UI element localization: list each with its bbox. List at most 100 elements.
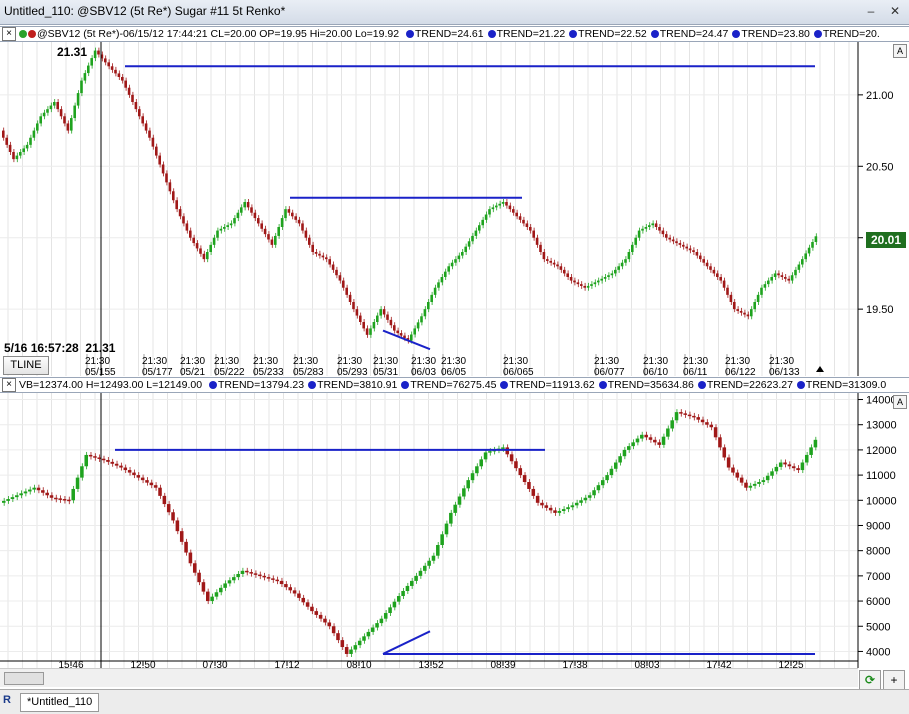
y-tick-label: 14000 <box>866 395 897 407</box>
date-label-date: 06/10 <box>643 367 668 376</box>
renko-brick <box>509 454 514 462</box>
x-tick-label: 08:39 <box>490 660 515 668</box>
renko-brick <box>308 237 311 245</box>
date-label-date: 06/05 <box>441 367 466 376</box>
renko-brick <box>132 472 136 476</box>
renko-brick <box>145 480 149 483</box>
high-label: 21.31 <box>57 45 88 59</box>
refresh-button[interactable]: ⟳ <box>859 670 881 690</box>
minimize-button[interactable]: – <box>862 3 880 19</box>
date-label-date: 06/077 <box>594 367 625 376</box>
renko-brick <box>467 241 471 247</box>
trend-dot-icon <box>650 30 659 39</box>
trend-value: TREND=22623.27 <box>706 379 793 391</box>
trend-dot-icon <box>732 30 741 39</box>
app-logo-icon: R <box>3 694 11 706</box>
trend-value: TREND=22.52 <box>578 28 647 40</box>
trend-value: TREND=31309.0 <box>805 379 887 391</box>
status-dot-icon <box>19 30 27 39</box>
renko-brick <box>342 280 345 288</box>
last-price-badge: 20.01 <box>866 232 906 248</box>
trend-value: TREND=11913.62 <box>509 379 595 391</box>
renko-brick <box>495 205 498 208</box>
date-label-time: 21:30 <box>594 356 619 367</box>
renko-brick <box>209 244 212 252</box>
date-label-time: 21:30 <box>337 356 362 367</box>
renko-brick <box>66 123 70 131</box>
trend-value: TREND=35634.86 <box>607 379 694 391</box>
renko-brick <box>206 591 210 602</box>
volume-chart[interactable]: 14000 13000 12000 11000 10000 9000 8000 7000 600… <box>0 393 909 668</box>
trend-value: TREND=23.80 <box>741 28 810 40</box>
date-label-time: 21:30 <box>142 356 167 367</box>
renko-brick <box>418 570 423 576</box>
y-tick-label: 10000 <box>866 495 897 507</box>
trend-value: TREND=24.61 <box>415 28 484 40</box>
trend-value: TREND=76275.45 <box>410 379 497 391</box>
date-label-time: 21:30 <box>293 356 318 367</box>
close-panel-icon[interactable]: × <box>2 378 16 392</box>
trend-dot-icon <box>697 381 706 390</box>
date-label-date: 05/233 <box>253 367 284 376</box>
renko-brick <box>444 271 447 277</box>
date-label-time: 21:30 <box>180 356 205 367</box>
y-tick-label: 11000 <box>866 470 896 482</box>
trend-value: TREND=3810.91 <box>317 379 398 391</box>
y-tick-label: 19.50 <box>866 304 894 316</box>
close-button[interactable]: ✕ <box>886 3 904 19</box>
add-button[interactable]: + <box>883 670 905 690</box>
renko-brick <box>399 333 403 336</box>
renko-brick <box>214 592 219 597</box>
renko-brick <box>280 218 284 227</box>
x-tick-label: 13:52 <box>418 660 443 668</box>
renko-brick <box>243 202 246 208</box>
renko-brick <box>257 218 260 224</box>
price-date-labels: 21:3005/15521:3005/17721:3005/2121:3005/… <box>85 354 800 376</box>
date-label-date: 06/133 <box>769 367 800 376</box>
volume-panel-header: × VB=12374.00 H=12493.00 L=12149.00 TREND… <box>0 377 909 393</box>
renko-brick <box>279 580 284 585</box>
window-titlebar: Untitled_110: @SBV12 (5t Re*) Sugar #11 … <box>0 0 909 25</box>
renko-brick <box>382 309 386 315</box>
date-label-time: 21:30 <box>214 356 239 367</box>
renko-brick <box>158 155 161 165</box>
date-label-date: 06/122 <box>725 367 756 376</box>
volume-scale-button[interactable]: A <box>893 395 907 409</box>
x-tick-label: 12:25 <box>778 660 803 668</box>
renko-brick <box>274 235 277 245</box>
tab-untitled-110[interactable]: *Untitled_110 <box>20 693 100 712</box>
close-panel-icon[interactable]: × <box>2 27 16 41</box>
y-tick-label: 21.00 <box>866 90 894 102</box>
renko-brick <box>305 602 310 607</box>
x-tick-label: 07:30 <box>202 660 227 668</box>
y-tick-label: 20.50 <box>866 161 894 173</box>
renko-brick <box>344 647 349 654</box>
x-tick-label: 08:10 <box>346 660 371 668</box>
y-tick-label: 8000 <box>866 546 890 558</box>
tline-button[interactable]: TLINE <box>3 356 49 375</box>
renko-brick <box>484 214 488 220</box>
date-label-time: 21:30 <box>725 356 750 367</box>
renko-brick <box>141 116 144 124</box>
price-scale-button[interactable]: A <box>893 44 907 58</box>
y-tick-label: 4000 <box>866 646 890 658</box>
price-panel-summary: @SBV12 (5t Re*)-06/15/12 17:44:21 CL=20.… <box>37 28 400 40</box>
horizontal-scrollbar[interactable] <box>0 668 858 687</box>
renko-brick <box>353 645 358 650</box>
trend-dot-icon <box>208 381 217 390</box>
renko-brick <box>416 322 420 329</box>
scrollbar-thumb[interactable] <box>4 672 44 685</box>
renko-brick <box>410 580 414 586</box>
date-label-date: 06/03 <box>411 367 436 376</box>
window-title: Untitled_110: @SBV12 (5t Re*) Sugar #11 … <box>4 4 286 18</box>
renko-brick <box>219 587 223 593</box>
date-label-time: 21:30 <box>441 356 466 367</box>
price-chart[interactable]: 21.0020.5020.0019.50 21:3005/15521:3005/… <box>0 42 909 376</box>
renko-brick <box>6 499 10 501</box>
y-tick-label: 12000 <box>866 445 897 457</box>
renko-brick <box>501 202 505 204</box>
renko-brick <box>450 262 454 267</box>
x-tick-label: 08:03 <box>634 660 659 668</box>
renko-brick <box>291 212 294 217</box>
trend-dot-icon <box>308 381 317 390</box>
